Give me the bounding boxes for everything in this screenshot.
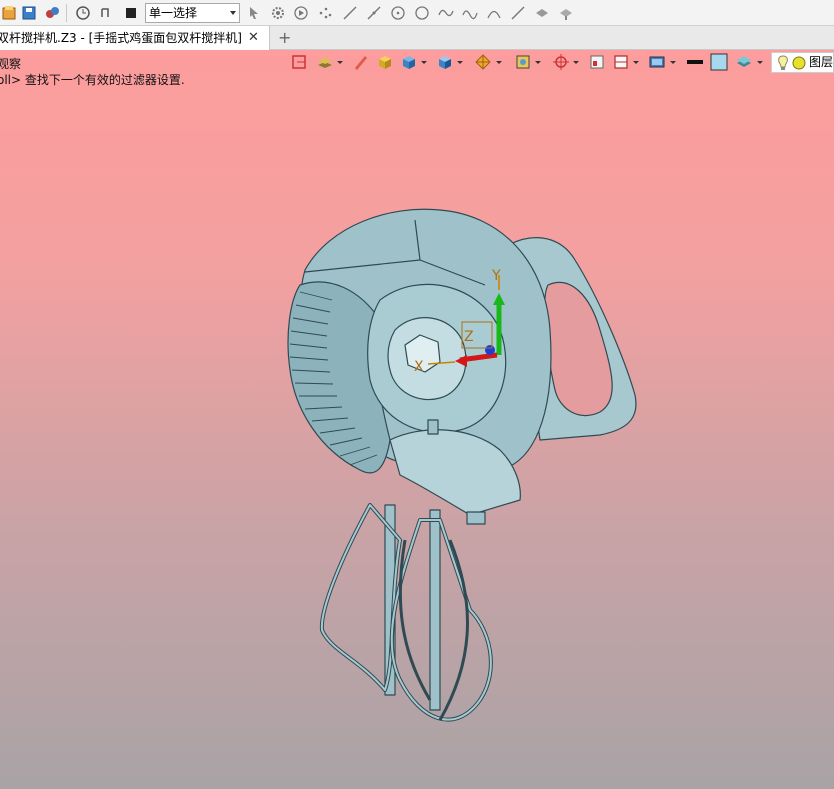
y-axis-label: Y (491, 268, 501, 284)
line-icon[interactable] (341, 4, 359, 22)
tab-title: 双杆搅拌机.Z3 - [手摇式鸡蛋面包双杆搅拌机] (0, 31, 242, 45)
selection-mode-dropdown[interactable]: 单一选择 (145, 3, 240, 23)
tab-document[interactable]: 双杆搅拌机.Z3 - [手摇式鸡蛋面包双杆搅拌机] ✕ (0, 26, 270, 50)
history-icon[interactable] (74, 4, 92, 22)
document-tabbar: 双杆搅拌机.Z3 - [手摇式鸡蛋面包双杆搅拌机] ✕ + (0, 26, 834, 50)
cursor-icon[interactable] (245, 4, 263, 22)
close-icon[interactable]: ✕ (248, 26, 259, 50)
z-axis-label: Z (464, 329, 474, 345)
chevron-down-icon (230, 11, 236, 15)
save-icon[interactable] (20, 4, 38, 22)
undo-icon[interactable] (97, 4, 115, 22)
line3-icon[interactable] (509, 4, 527, 22)
main-toolbar: 单一选择 (0, 0, 834, 26)
gear-select-icon[interactable] (269, 4, 287, 22)
x-axis-label: X (414, 359, 424, 375)
wave-icon[interactable] (461, 4, 479, 22)
mixer-shaft-right (429, 509, 441, 711)
arc-icon[interactable] (485, 4, 503, 22)
circle-dot-icon[interactable] (389, 4, 407, 22)
fill-icon[interactable] (533, 4, 551, 22)
play-icon[interactable] (292, 4, 310, 22)
paint-icon[interactable] (557, 4, 575, 22)
stop-icon[interactable] (122, 4, 140, 22)
settings-icon[interactable] (43, 4, 61, 22)
circle-icon[interactable] (413, 4, 431, 22)
3d-viewport[interactable]: 观察 oll> 查找下一个有效的过滤器设置. 图层 Y X Z (0, 50, 834, 789)
add-tab-icon[interactable]: + (278, 26, 291, 49)
toolbar-separator (66, 4, 67, 22)
selection-mode-value: 单一选择 (149, 6, 198, 20)
3d-model[interactable]: Y X Z (0, 50, 834, 789)
new-file-icon[interactable] (0, 4, 18, 22)
line2-icon[interactable] (365, 4, 383, 22)
curve-icon[interactable] (437, 4, 455, 22)
beater-right (389, 518, 493, 722)
points-icon[interactable] (317, 4, 335, 22)
